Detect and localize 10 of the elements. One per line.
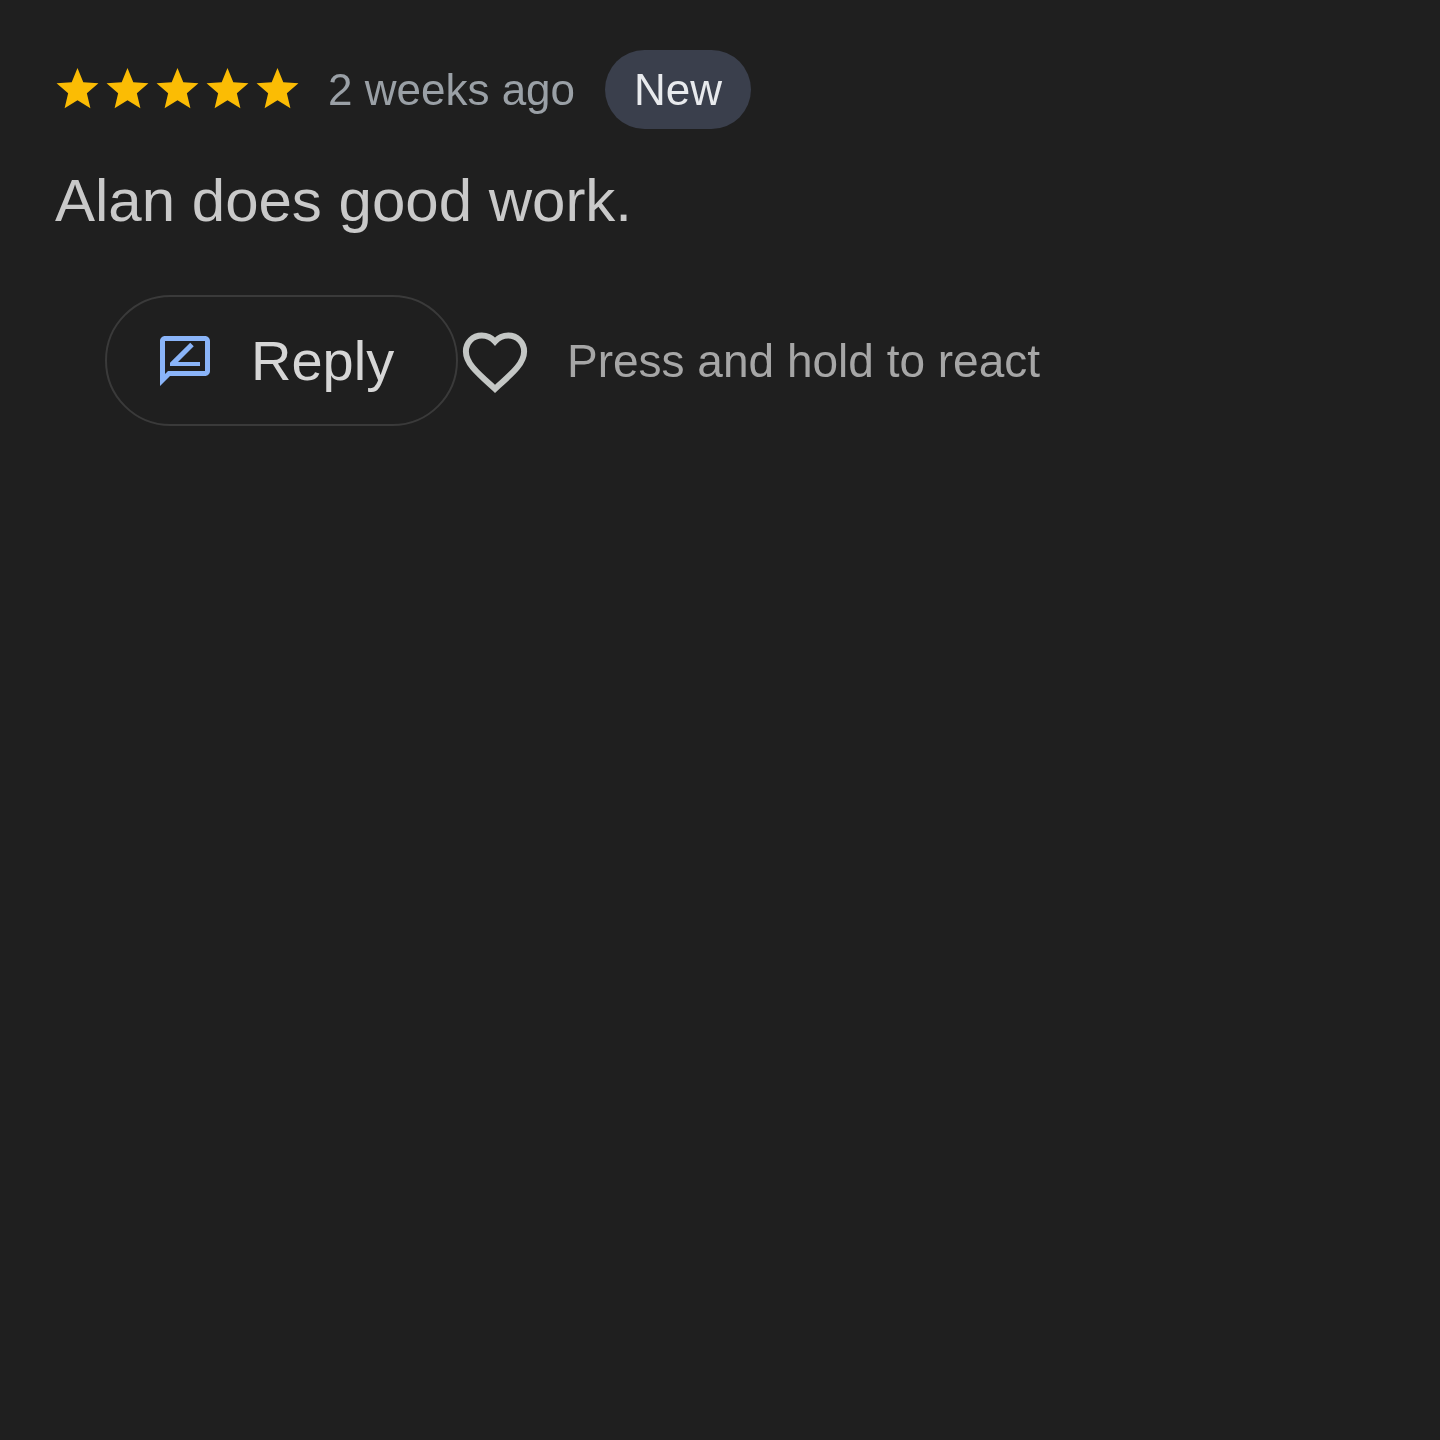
review-text: Alan does good work. bbox=[55, 171, 634, 231]
new-badge: New bbox=[605, 50, 752, 129]
review-time: 2 weeks ago bbox=[328, 67, 576, 112]
star-icon bbox=[55, 68, 100, 111]
star-icon bbox=[155, 68, 200, 111]
star-icon bbox=[105, 68, 150, 111]
reply-button[interactable]: Reply bbox=[105, 295, 458, 426]
star-icon bbox=[255, 68, 300, 111]
react-hint: Press and hold to react bbox=[567, 337, 1041, 384]
star-icon bbox=[205, 68, 250, 111]
